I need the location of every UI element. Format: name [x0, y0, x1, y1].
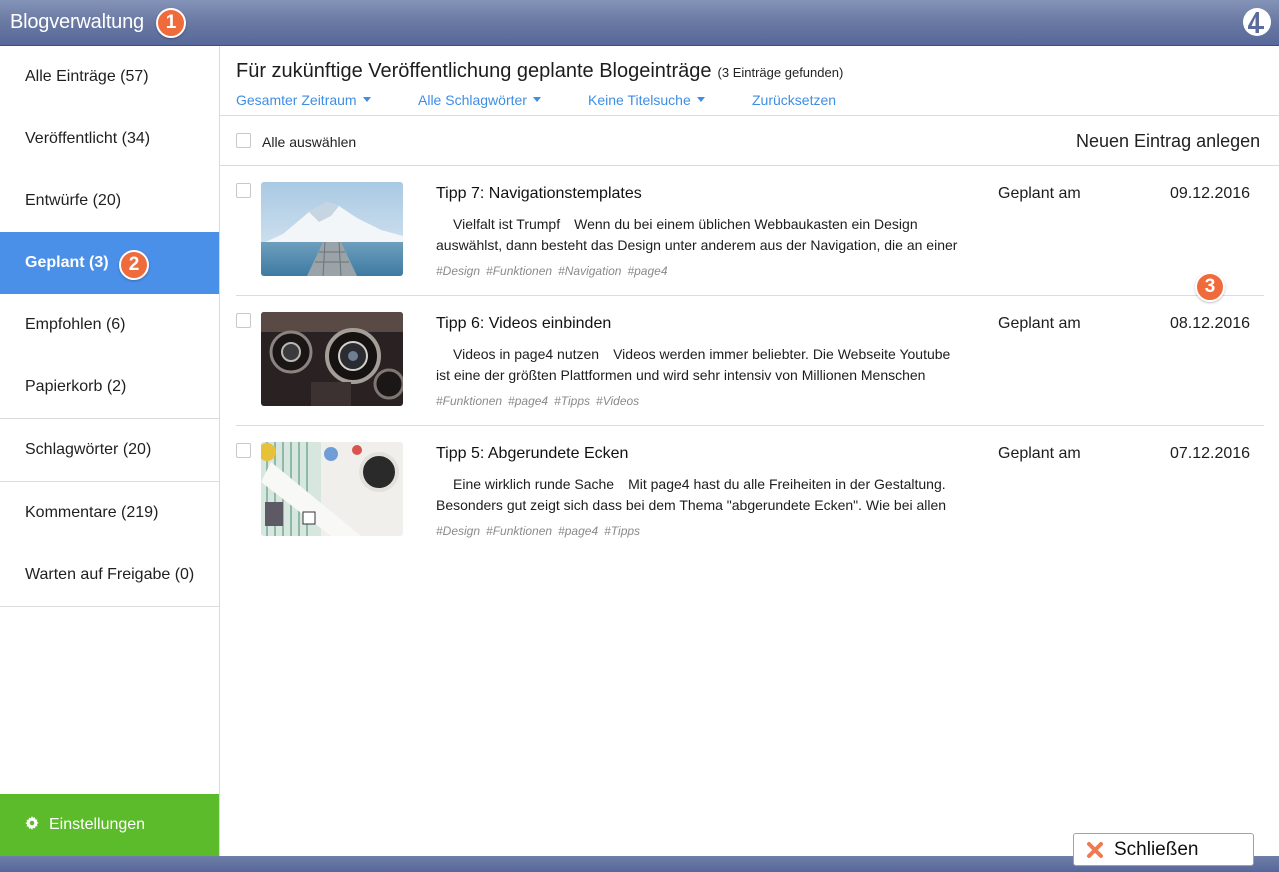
- entry-title[interactable]: Tipp 6: Videos einbinden: [436, 315, 611, 333]
- filter-tags-dropdown[interactable]: Alle Schlagwörter: [418, 92, 541, 108]
- entry-title[interactable]: Tipp 5: Abgerundete Ecken: [436, 445, 628, 463]
- sidebar: Alle Einträge (57) Veröffentlicht (34) E…: [0, 46, 220, 856]
- entry-checkbox[interactable]: [236, 443, 251, 458]
- page-title-text: Für zukünftige Veröffentlichung geplante…: [236, 60, 712, 82]
- filter-time-label: Gesamter Zeitraum: [236, 92, 357, 108]
- select-all-checkbox[interactable]: [236, 133, 251, 148]
- entry-tags: #Design #Funktionen #Navigation #page4: [436, 264, 674, 278]
- select-all-label: Alle auswählen: [262, 134, 357, 150]
- entry-title[interactable]: Tipp 7: Navigationstemplates: [436, 185, 642, 203]
- entry-date: 08.12.2016: [1170, 315, 1251, 332]
- chevron-down-icon: [696, 97, 705, 102]
- entry-thumbnail[interactable]: [261, 182, 403, 276]
- entry-tag[interactable]: #Funktionen: [486, 264, 552, 278]
- entry-tags: #Design #Funktionen #page4 #Tipps: [436, 524, 646, 538]
- entry-tag[interactable]: #page4: [558, 524, 598, 538]
- entry-tag[interactable]: #Tipps: [604, 524, 640, 538]
- entry-excerpt-heading: Vielfalt ist Trumpf: [453, 216, 561, 232]
- new-entry-button[interactable]: Neuen Eintrag anlegen: [1076, 131, 1260, 152]
- entry-tag[interactable]: #page4: [508, 394, 548, 408]
- entry-excerpt: Eine wirklich runde Sache Mit page4 hast …: [436, 474, 966, 516]
- sidebar-item-scheduled[interactable]: Geplant (3): [0, 232, 219, 294]
- sidebar-item-tags[interactable]: Schlagwörter (20): [0, 419, 219, 481]
- header-divider: [220, 115, 1279, 116]
- sidebar-item-pending-approval[interactable]: Warten auf Freigabe (0): [0, 544, 219, 606]
- reset-filters-link[interactable]: Zurücksetzen: [752, 92, 836, 108]
- entry-tag[interactable]: #Tipps: [554, 394, 590, 408]
- entry-tags: #Funktionen #page4 #Tipps #Videos: [436, 394, 645, 408]
- entry-excerpt: Vielfalt ist Trumpf Wenn du bei einem übl…: [436, 214, 966, 256]
- entry-excerpt-heading: Eine wirklich runde Sache: [453, 476, 615, 492]
- entry-date: 09.12.2016: [1170, 185, 1251, 202]
- entry-thumbnail[interactable]: [261, 442, 403, 536]
- filter-tags-label: Alle Schlagwörter: [418, 92, 527, 108]
- entry-checkbox[interactable]: [236, 183, 251, 198]
- results-count: (3 Einträge gefunden): [717, 65, 844, 80]
- close-label: Schließen: [1114, 839, 1199, 860]
- entry-thumbnail[interactable]: [261, 312, 403, 406]
- sidebar-item-recommended[interactable]: Empfohlen (6): [0, 294, 219, 356]
- gear-icon: [25, 816, 39, 830]
- entry-excerpt-heading: Videos in page4 nutzen: [453, 346, 600, 362]
- entry-checkbox[interactable]: [236, 313, 251, 328]
- entry-status: Geplant am: [998, 315, 1081, 332]
- chevron-down-icon: [532, 97, 541, 102]
- callout-badge-1: 1: [156, 8, 186, 38]
- sidebar-item-published[interactable]: Veröffentlicht (34): [0, 108, 219, 170]
- entry-tag[interactable]: #Design: [436, 524, 480, 538]
- title-bar: Blogverwaltung 1: [0, 0, 1279, 46]
- sidebar-divider: [0, 606, 219, 607]
- filter-title-search-label: Keine Titelsuche: [588, 92, 691, 108]
- sidebar-item-comments[interactable]: Kommentare (219): [0, 482, 219, 544]
- settings-label: Einstellungen: [49, 816, 146, 833]
- entry-status: Geplant am: [998, 185, 1081, 202]
- close-icon: [1087, 842, 1103, 858]
- settings-button[interactable]: Einstellungen: [0, 794, 219, 856]
- entry-tag[interactable]: #Videos: [596, 394, 639, 408]
- entry-date: 07.12.2016: [1170, 445, 1251, 462]
- entry-status: Geplant am: [998, 445, 1081, 462]
- entry-tag[interactable]: #Navigation: [558, 264, 621, 278]
- app-title: Blogverwaltung: [10, 11, 144, 33]
- chevron-down-icon: [362, 97, 371, 102]
- list-item: Tipp 5: Abgerundete Ecken Eine wirklich …: [220, 426, 1264, 556]
- page-title: Für zukünftige Veröffentlichung geplante…: [236, 60, 843, 83]
- entry-tag[interactable]: #Funktionen: [486, 524, 552, 538]
- filter-time-dropdown[interactable]: Gesamter Zeitraum: [236, 92, 371, 108]
- sidebar-item-drafts[interactable]: Entwürfe (20): [0, 170, 219, 232]
- entry-excerpt: Videos in page4 nutzen Videos werden imme…: [436, 344, 966, 386]
- list-item: Tipp 7: Navigationstemplates Vielfalt is…: [220, 166, 1264, 296]
- filter-title-search-dropdown[interactable]: Keine Titelsuche: [588, 92, 705, 108]
- entry-tag[interactable]: #page4: [627, 264, 667, 278]
- close-button[interactable]: Schließen: [1073, 833, 1254, 866]
- list-item: Tipp 6: Videos einbinden Videos in page4…: [220, 296, 1264, 426]
- entry-tag[interactable]: #Design: [436, 264, 480, 278]
- sidebar-item-all[interactable]: Alle Einträge (57): [0, 46, 219, 108]
- sidebar-item-trash[interactable]: Papierkorb (2): [0, 356, 219, 418]
- callout-badge-2: 2: [119, 250, 149, 280]
- entry-tag[interactable]: #Funktionen: [436, 394, 502, 408]
- page4-logo-icon: [1243, 8, 1271, 36]
